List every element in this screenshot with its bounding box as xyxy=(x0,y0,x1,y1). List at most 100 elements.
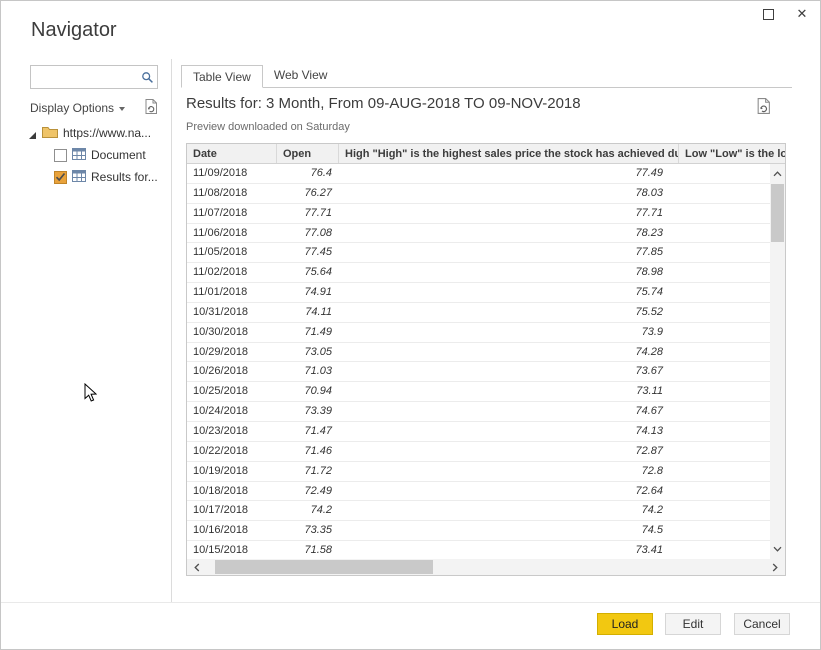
column-header-open[interactable]: Open xyxy=(277,144,339,163)
table-row[interactable]: 11/05/2018 77.45 77.85 xyxy=(187,243,785,264)
tree-item-results[interactable]: Results for... xyxy=(28,166,168,188)
cell-high: 75.52 xyxy=(635,305,663,318)
table-icon xyxy=(72,147,86,163)
table-row[interactable]: 11/07/2018 77.71 77.71 xyxy=(187,204,785,224)
load-button[interactable]: Load xyxy=(597,613,653,635)
cell-high: 78.98 xyxy=(635,266,663,279)
checkbox-results[interactable] xyxy=(54,170,67,184)
vertical-scroll-thumb[interactable] xyxy=(771,184,784,242)
cancel-button[interactable]: Cancel xyxy=(734,613,790,635)
cell-high: 72.8 xyxy=(641,464,663,477)
refresh-preview-icon[interactable] xyxy=(756,98,771,119)
cell-date: 10/19/2018 xyxy=(193,464,249,477)
tree-item-document[interactable]: Document xyxy=(28,144,168,166)
cell-date: 10/18/2018 xyxy=(193,484,249,497)
preview-table: Date Open High "High" is the highest sal… xyxy=(186,143,786,576)
table-row[interactable]: 10/19/2018 71.72 72.8 xyxy=(187,462,785,482)
cell-high: 73.67 xyxy=(635,365,663,378)
cell-open: 74.11 xyxy=(305,305,332,318)
table-row[interactable]: 10/17/2018 74.2 74.2 xyxy=(187,501,785,522)
cell-high: 72.64 xyxy=(635,484,663,497)
table-row[interactable]: 10/25/2018 70.94 73.11 xyxy=(187,382,785,403)
cell-date: 10/31/2018 xyxy=(193,305,249,318)
cell-open: 74.2 xyxy=(310,504,332,517)
cell-high: 74.67 xyxy=(635,405,663,418)
table-header-row: Date Open High "High" is the highest sal… xyxy=(187,144,785,164)
table-row[interactable]: 10/22/2018 71.46 72.87 xyxy=(187,442,785,462)
cell-high: 73.9 xyxy=(641,325,663,338)
table-row[interactable]: 10/30/2018 71.49 73.9 xyxy=(187,323,785,343)
mouse-cursor xyxy=(84,382,98,407)
vertical-scrollbar[interactable] xyxy=(770,164,785,559)
horizontal-scrollbar[interactable] xyxy=(187,559,785,575)
search-input[interactable] xyxy=(31,70,137,84)
table-row[interactable]: 11/02/2018 75.64 78.98 xyxy=(187,263,785,284)
cell-open: 70.94 xyxy=(304,385,332,398)
cell-open: 72.49 xyxy=(304,484,332,497)
table-row[interactable]: 10/26/2018 71.03 73.67 xyxy=(187,362,785,383)
column-header-high[interactable]: High "High" is the highest sales price t… xyxy=(339,144,679,163)
cell-high: 74.5 xyxy=(641,524,663,537)
cell-date: 10/30/2018 xyxy=(193,325,249,338)
table-row[interactable]: 11/01/2018 74.91 75.74 xyxy=(187,283,785,303)
cell-open: 71.03 xyxy=(304,365,332,378)
search-icon[interactable] xyxy=(137,71,157,84)
cell-date: 11/06/2018 xyxy=(193,226,248,239)
cell-date: 10/29/2018 xyxy=(193,345,249,358)
tab-bar: Table View Web View xyxy=(181,65,792,88)
display-options-dropdown[interactable]: Display Options xyxy=(30,101,126,115)
cell-high: 77.49 xyxy=(635,167,663,179)
table-row[interactable]: 10/18/2018 72.49 72.64 xyxy=(187,482,785,502)
preview-title: Results for: 3 Month, From 09-AUG-2018 T… xyxy=(186,95,581,112)
cell-date: 10/17/2018 xyxy=(193,504,249,517)
cell-open: 76.27 xyxy=(304,186,332,199)
sidebar-divider xyxy=(171,59,172,602)
edit-button[interactable]: Edit xyxy=(665,613,721,635)
cell-open: 73.39 xyxy=(304,405,332,418)
window-close-icon[interactable]: ✕ xyxy=(794,6,810,22)
table-row[interactable]: 10/23/2018 71.47 74.13 xyxy=(187,422,785,442)
cell-date: 11/05/2018 xyxy=(193,246,248,259)
cell-open: 71.46 xyxy=(304,444,332,457)
table-row[interactable]: 10/16/2018 73.35 74.5 xyxy=(187,521,785,542)
table-row[interactable]: 11/06/2018 77.08 78.23 xyxy=(187,224,785,244)
expand-collapse-icon[interactable] xyxy=(28,129,37,139)
table-row[interactable]: 11/09/2018 76.4 77.49 xyxy=(187,164,785,184)
display-options-label: Display Options xyxy=(30,101,115,115)
cell-date: 10/25/2018 xyxy=(193,385,249,398)
cell-high: 73.11 xyxy=(636,385,663,398)
horizontal-scroll-thumb[interactable] xyxy=(215,560,433,574)
cell-high: 74.13 xyxy=(635,424,663,437)
tab-web-view[interactable]: Web View xyxy=(263,64,339,87)
cell-open: 71.47 xyxy=(304,424,332,437)
search-box xyxy=(30,65,158,89)
cell-open: 77.45 xyxy=(304,246,332,259)
table-row[interactable]: 10/15/2018 71.58 73.41 xyxy=(187,541,785,559)
cell-date: 11/01/2018 xyxy=(193,286,248,299)
cell-high: 78.03 xyxy=(635,186,663,199)
maximize-square xyxy=(762,8,774,20)
cell-high: 75.74 xyxy=(635,286,663,299)
cell-open: 73.35 xyxy=(304,524,332,537)
table-row[interactable]: 10/29/2018 73.05 74.28 xyxy=(187,343,785,363)
table-row[interactable]: 11/08/2018 76.27 78.03 xyxy=(187,184,785,204)
checkbox-document[interactable] xyxy=(54,148,67,162)
tree-node-source[interactable]: https://www.na... xyxy=(28,122,168,144)
scroll-left-icon[interactable] xyxy=(189,559,205,575)
refresh-icon[interactable] xyxy=(144,99,158,117)
cell-open: 74.91 xyxy=(304,286,332,299)
column-header-low[interactable]: Low "Low" is the lowes xyxy=(679,144,785,163)
cell-date: 10/23/2018 xyxy=(193,424,249,437)
tab-table-view[interactable]: Table View xyxy=(181,65,263,88)
scroll-down-icon[interactable] xyxy=(770,541,785,557)
cell-high: 77.85 xyxy=(635,246,663,259)
table-row[interactable]: 10/31/2018 74.11 75.52 xyxy=(187,303,785,323)
scroll-up-icon[interactable] xyxy=(770,166,785,182)
navigator-dialog: ✕ Navigator Display Options https://www.… xyxy=(0,0,821,650)
tree-item-label: Results for... xyxy=(91,170,158,184)
folder-icon xyxy=(42,126,58,141)
scroll-right-icon[interactable] xyxy=(767,559,783,575)
table-row[interactable]: 10/24/2018 73.39 74.67 xyxy=(187,402,785,422)
column-header-date[interactable]: Date xyxy=(187,144,277,163)
window-maximize-icon[interactable] xyxy=(760,6,776,22)
